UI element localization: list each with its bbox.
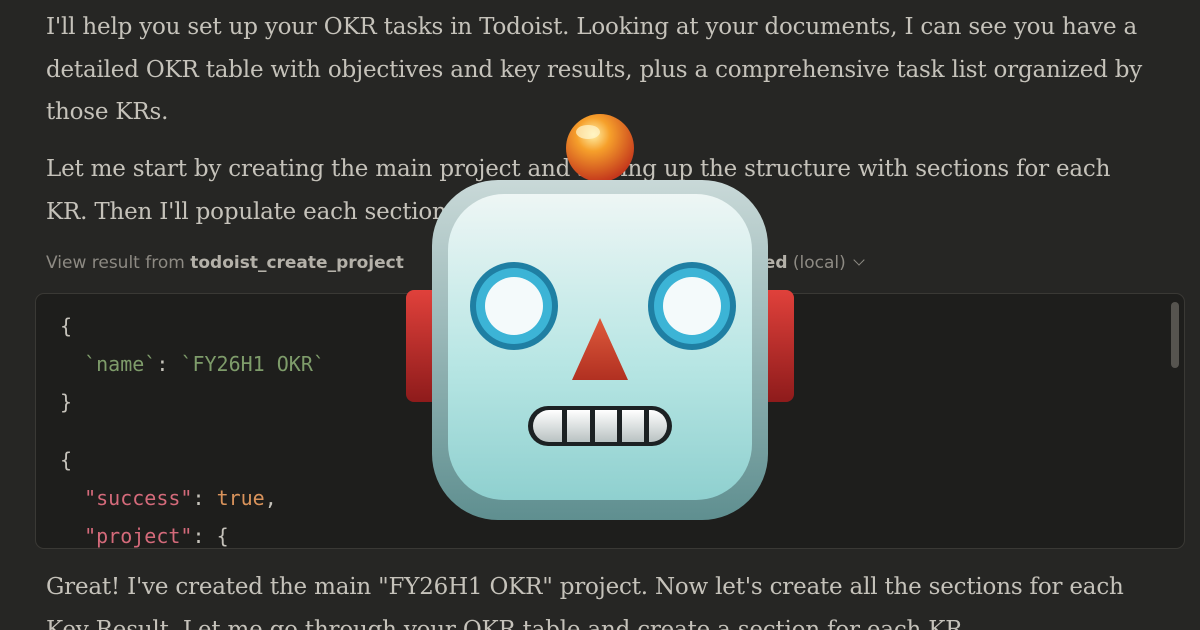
code-line: `name`: `FY26H1 OKR` (60, 352, 325, 376)
code-content: { `name`: `FY26H1 OKR` } { "success": tr… (60, 314, 325, 548)
robot-face-icon (406, 114, 794, 520)
tool-result-prefix: View result from (46, 253, 191, 273)
code-value-name: `FY26H1 OKR` (180, 352, 325, 376)
code-key-project: "project" (84, 524, 193, 548)
code-line: "success": true, (84, 486, 277, 510)
tool-result-toggle[interactable]: View result from todoist_create_project (46, 253, 404, 273)
code-colon: : (156, 352, 181, 376)
code-key-success: "success" (84, 486, 193, 510)
robot-eye-left (485, 277, 543, 335)
chevron-down-icon[interactable] (853, 254, 865, 266)
assistant-message-followup: Great! I've created the main "FY26H1 OKR… (46, 574, 1124, 630)
code-line: "project": { (84, 524, 229, 548)
tool-name: todoist_create_project (190, 253, 404, 273)
code-line: { (60, 314, 73, 338)
tool-server-location: (local) (787, 253, 846, 273)
robot-eye-right (663, 277, 721, 335)
code-scrollbar[interactable] (1171, 302, 1179, 368)
code-line: } (60, 390, 73, 414)
code-key-name: `name` (84, 352, 157, 376)
code-line: { (60, 448, 73, 472)
code-value-success: true (216, 486, 265, 510)
code-value-project: { (216, 524, 229, 548)
robot-antenna-bulb (566, 114, 634, 182)
